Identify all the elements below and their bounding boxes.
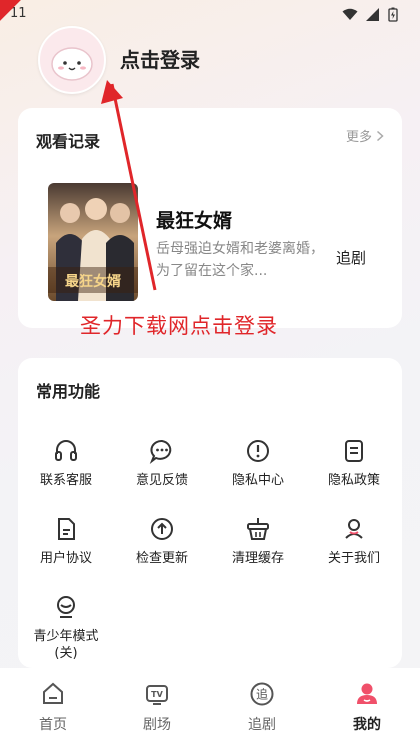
status-bar: 11 bbox=[0, 0, 420, 30]
signal-icon bbox=[366, 8, 379, 21]
headset-icon bbox=[53, 438, 79, 464]
tab-theater[interactable]: TV 剧场 bbox=[117, 680, 197, 734]
func-label: 关于我们 bbox=[327, 551, 380, 566]
follow-button[interactable]: 追剧 bbox=[336, 247, 366, 268]
func-label: 清理缓存 bbox=[231, 551, 284, 566]
policy-icon bbox=[341, 438, 367, 464]
func-contact-support[interactable]: 联系客服 bbox=[18, 438, 114, 498]
func-label: 青少年模式 (关) bbox=[33, 629, 99, 661]
watch-history-title: 观看记录 bbox=[36, 132, 101, 151]
chevron-right-icon bbox=[376, 130, 384, 141]
common-functions-title: 常用功能 bbox=[36, 382, 101, 401]
privacy-center-icon bbox=[245, 438, 271, 464]
func-user-agreement[interactable]: 用户协议 bbox=[18, 516, 114, 576]
func-label: 用户协议 bbox=[39, 551, 92, 566]
about-icon bbox=[341, 516, 367, 542]
wifi-icon bbox=[342, 8, 358, 20]
follow-icon: 追 bbox=[248, 680, 276, 708]
func-about-us[interactable]: 关于我们 bbox=[306, 516, 402, 576]
feedback-icon bbox=[149, 438, 175, 464]
youth-mode-icon bbox=[53, 594, 79, 620]
agreement-icon bbox=[53, 516, 79, 542]
tab-label: 首页 bbox=[39, 717, 67, 733]
avatar[interactable] bbox=[38, 26, 106, 94]
poster-caption: 最狂女婿 bbox=[65, 273, 122, 290]
update-icon bbox=[149, 516, 175, 542]
svg-text:TV: TV bbox=[151, 690, 163, 699]
annotation-text: 圣力下载网点击登录 bbox=[80, 314, 278, 338]
tab-follow[interactable]: 追 追剧 bbox=[222, 680, 302, 734]
clear-cache-icon bbox=[245, 516, 271, 542]
common-functions-card: 常用功能 联系客服 意见反馈 隐私中心 隐私政策 用户协议 检查更新 清理缓存 … bbox=[18, 358, 402, 668]
svg-text:追: 追 bbox=[256, 687, 268, 702]
func-label: 检查更新 bbox=[135, 551, 188, 566]
func-youth-mode[interactable]: 青少年模式 (关) bbox=[18, 594, 114, 661]
drama-poster[interactable]: 最狂女婿 bbox=[48, 183, 138, 301]
bottom-tab-bar: 首页 TV 剧场 追 追剧 我的 bbox=[0, 668, 420, 747]
tab-label: 剧场 bbox=[143, 717, 171, 733]
drama-description: 岳母强迫女婿和老婆离婚，为了留在这个家... bbox=[156, 241, 324, 279]
func-clear-cache[interactable]: 清理缓存 bbox=[210, 516, 306, 576]
more-link[interactable]: 更多 bbox=[346, 126, 384, 145]
tab-label: 追剧 bbox=[248, 717, 276, 733]
func-privacy-policy[interactable]: 隐私政策 bbox=[306, 438, 402, 498]
tab-home[interactable]: 首页 bbox=[13, 680, 93, 734]
func-label: 隐私政策 bbox=[327, 473, 380, 488]
func-check-update[interactable]: 检查更新 bbox=[114, 516, 210, 576]
func-label: 联系客服 bbox=[39, 473, 92, 488]
poster-image: 最狂女婿 bbox=[48, 183, 138, 301]
home-icon bbox=[39, 680, 67, 708]
status-icons bbox=[342, 7, 398, 22]
func-feedback[interactable]: 意见反馈 bbox=[114, 438, 210, 498]
watch-history-card: 观看记录 更多 最狂女婿 最狂女婿 岳母强迫女婿和老婆离婚，为了留在这个家...… bbox=[18, 108, 402, 328]
func-label: 意见反馈 bbox=[135, 473, 188, 488]
tv-icon: TV bbox=[143, 680, 171, 708]
battery-icon bbox=[388, 7, 398, 22]
more-label: 更多 bbox=[345, 130, 372, 145]
func-label: 隐私中心 bbox=[231, 473, 284, 488]
avatar-face-icon bbox=[51, 47, 93, 81]
login-link[interactable]: 点击登录 bbox=[120, 44, 200, 73]
tab-label: 我的 bbox=[353, 717, 381, 733]
profile-icon bbox=[353, 680, 381, 708]
drama-title[interactable]: 最狂女婿 bbox=[156, 206, 232, 233]
tab-profile[interactable]: 我的 bbox=[327, 680, 407, 734]
func-privacy-center[interactable]: 隐私中心 bbox=[210, 438, 306, 498]
